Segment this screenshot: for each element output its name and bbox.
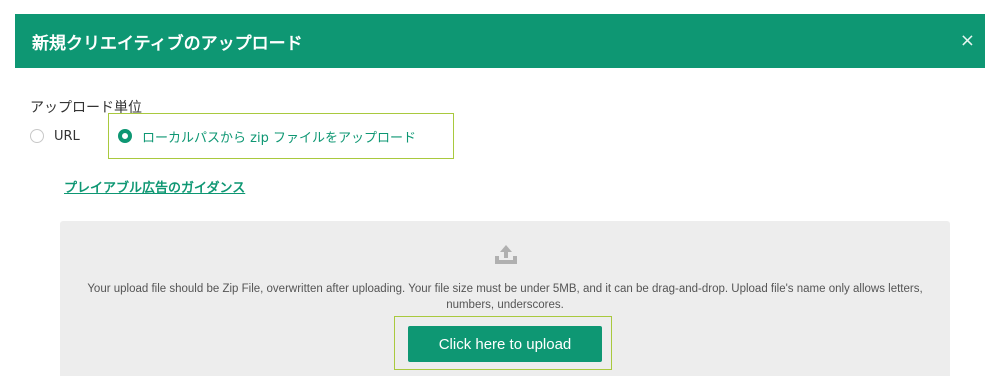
upload-creative-dialog: 新規クリエイティブのアップロード × アップロード単位 URL ローカルパスから… [0, 0, 985, 376]
playable-ad-guidance-link[interactable]: プレイアブル広告のガイダンス [64, 177, 245, 196]
radio-zip-circle[interactable] [118, 129, 132, 143]
radio-option-zip[interactable]: ローカルパスから zip ファイルをアップロード [118, 126, 416, 146]
upload-unit-radio-group: URL ローカルパスから zip ファイルをアップロード [30, 126, 470, 146]
upload-button[interactable]: Click here to upload [408, 326, 602, 362]
radio-zip-label[interactable]: ローカルパスから zip ファイルをアップロード [142, 127, 416, 146]
upload-instructions: Your upload file should be Zip File, ove… [87, 283, 923, 311]
radio-option-url[interactable]: URL [30, 126, 80, 146]
dialog-title: 新規クリエイティブのアップロード [32, 33, 303, 54]
dialog-header: 新規クリエイティブのアップロード × [15, 14, 985, 68]
radio-url-circle[interactable] [30, 129, 44, 143]
close-icon[interactable]: × [960, 32, 985, 50]
radio-url-label[interactable]: URL [54, 129, 80, 144]
upload-icon [495, 245, 517, 264]
